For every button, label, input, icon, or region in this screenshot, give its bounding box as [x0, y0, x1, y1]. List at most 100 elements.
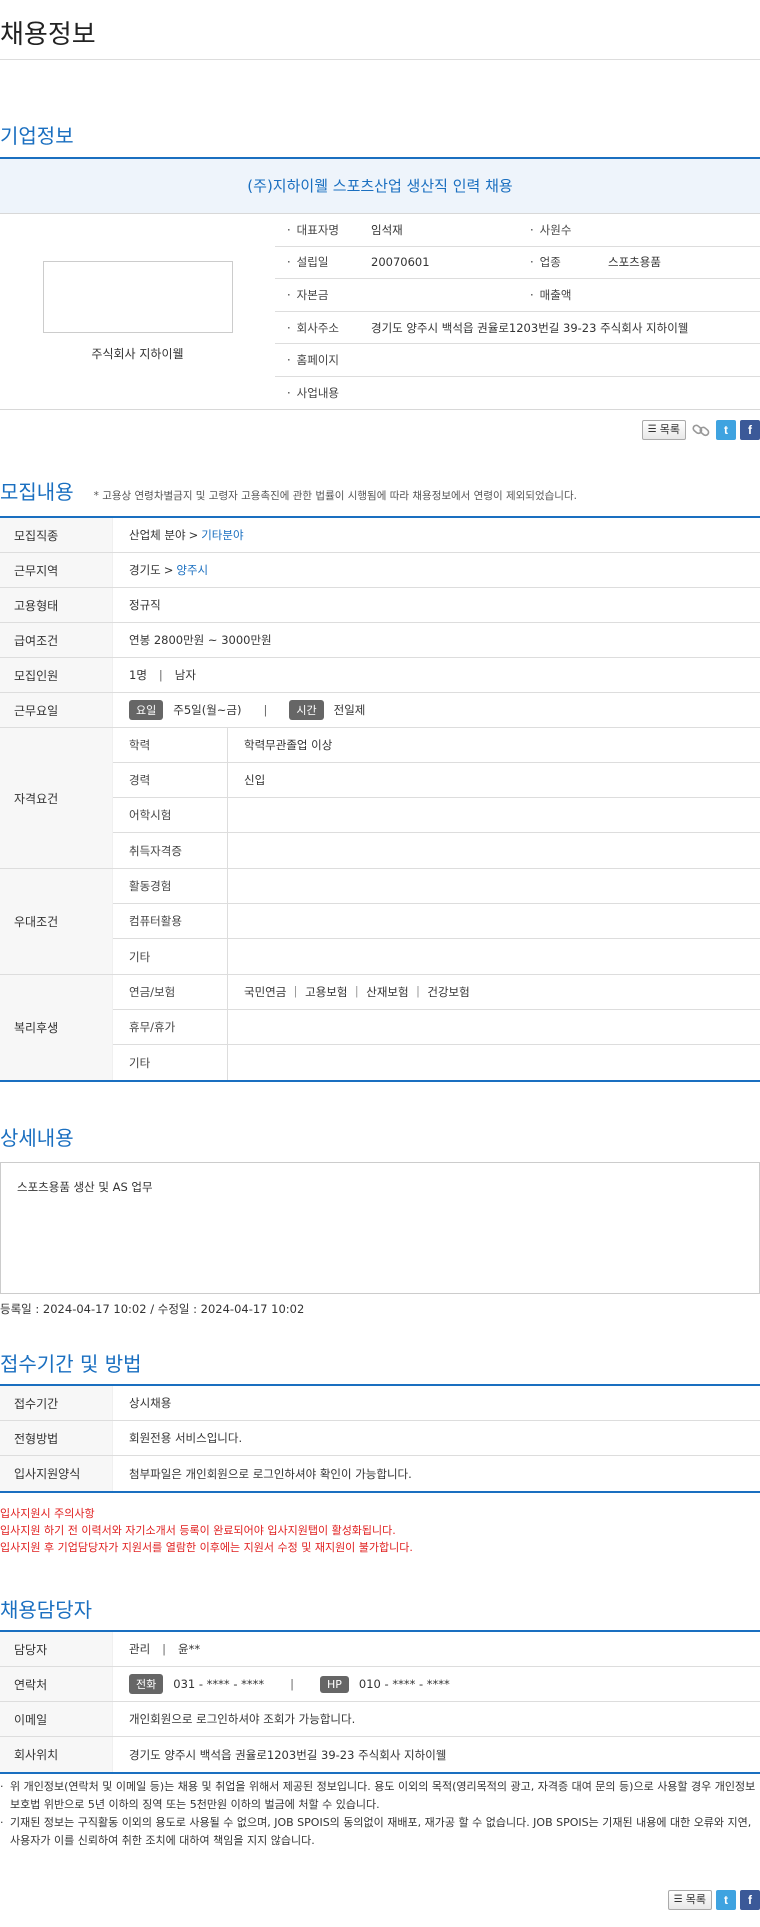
company-section-title: 기업정보 — [0, 124, 74, 148]
employment-type-value: 정규직 — [129, 598, 161, 612]
insurance-value: 국민연금 ｜ 고용보험 ｜ 산재보험 ｜ 건강보험 — [244, 985, 470, 999]
twitter-icon[interactable]: t — [716, 1890, 736, 1910]
sub-row: 기타 — [113, 939, 760, 974]
contact-section-title: 채용담당자 — [0, 1598, 92, 1622]
table-row: 이메일 개인회원으로 로그인하셔야 조회가 가능합니다. — [0, 1702, 760, 1737]
company-row: 대표자명 임석재 사원수 — [275, 214, 760, 247]
career-label: 경력 — [113, 763, 228, 797]
separator: | — [158, 668, 163, 682]
sub-row: 컴퓨터활용 — [113, 904, 760, 939]
workdays-label: 근무요일 — [0, 693, 113, 727]
table-row: 연락처 전화 031 - **** - **** | HP 010 - ****… — [0, 1667, 760, 1702]
share-toolbar: ☰ 목록 t f — [0, 410, 760, 450]
area-province: 경기도 — [129, 563, 161, 577]
employees-label: 사원수 — [518, 222, 608, 238]
welfare-etc-label: 기타 — [113, 1045, 228, 1080]
logo-caption: 주식회사 지하이웰 — [91, 347, 184, 361]
founded-label: 설립일 — [275, 254, 371, 270]
table-row: 자격요건 학력 학력무관졸업 이상 경력 신입 어학시험 취득자격증 — [0, 728, 760, 869]
activity-label: 활동경험 — [113, 869, 228, 903]
license-label: 취득자격증 — [113, 833, 228, 868]
list-button[interactable]: ☰ 목록 — [667, 1890, 712, 1910]
founded-value: 20070601 — [371, 255, 430, 270]
job-label: 모집직종 — [0, 518, 113, 552]
job-value: 산업체 분야 > 기타분야 — [113, 518, 760, 552]
list-button[interactable]: ☰ 목록 — [641, 420, 686, 440]
sub-row: 취득자격증 — [113, 833, 760, 868]
company-row: 홈페이지 — [275, 344, 760, 377]
homepage-label: 홈페이지 — [275, 352, 371, 368]
twitter-icon[interactable]: t — [716, 420, 736, 440]
qualification-label: 자격요건 — [0, 728, 113, 868]
day-badge: 요일 — [129, 700, 164, 720]
copyright-note: 기재된 정보는 구직활동 이외의 용도로 사용될 수 없으며, JOB SPOI… — [0, 1814, 760, 1850]
qualification-subtable: 학력 학력무관졸업 이상 경력 신입 어학시험 취득자격증 — [113, 728, 760, 868]
hp-badge: HP — [320, 1675, 349, 1693]
apply-table: 접수기간 상시채용 전형방법 회원전용 서비스입니다. 입사지원양식 첨부파일은… — [0, 1386, 760, 1493]
table-row: 전형방법 회원전용 서비스입니다. — [0, 1421, 760, 1456]
pay-value: 연봉 2800만원 ~ 3000만원 — [129, 633, 272, 647]
company-row: 자본금 매출액 — [275, 279, 760, 312]
table-row: 모집직종 산업체 분야 > 기타분야 — [0, 518, 760, 553]
list-button-label: 목록 — [659, 423, 680, 436]
table-row: 입사지원양식 첨부파일은 개인회원으로 로그인하셔야 확인이 가능합니다. — [0, 1456, 760, 1491]
sub-row: 기타 — [113, 1045, 760, 1080]
company-row: 설립일 20070601 업종 스포츠용품 — [275, 247, 760, 280]
sub-row: 어학시험 — [113, 798, 760, 833]
apply-period-value: 상시채용 — [129, 1396, 172, 1410]
sub-row: 활동경험 — [113, 869, 760, 904]
pref-etc-label: 기타 — [113, 939, 228, 974]
email-label: 이메일 — [0, 1702, 113, 1736]
warning-title: 입사지원시 주의사항 — [0, 1507, 95, 1520]
location-value: 경기도 양주시 백석읍 권율로1203번길 39-23 주식회사 지하이웰 — [129, 1747, 447, 1762]
education-label: 학력 — [113, 728, 228, 762]
tel-badge: 전화 — [129, 1674, 164, 1694]
business-label: 사업내용 — [275, 385, 371, 401]
employment-type-label: 고용형태 — [0, 588, 113, 622]
recruit-header: 모집내용 * 고용상 연령차별금지 및 고령자 고용촉진에 관한 법률이 시행됨… — [0, 450, 760, 508]
area-city-link[interactable]: 양주시 — [176, 562, 208, 578]
link-copy-icon[interactable] — [690, 420, 712, 440]
ceo-label: 대표자명 — [275, 222, 371, 238]
apply-form-value: 첨부파일은 개인회원으로 로그인하셔야 확인이 가능합니다. — [129, 1466, 412, 1481]
warning-line-1: 입사지원 하기 전 이력서와 자기소개서 등록이 완료되어야 입사지원탭이 활성… — [0, 1524, 396, 1537]
logo-area: 주식회사 지하이웰 — [0, 214, 275, 409]
detail-content: 스포츠용품 생산 및 AS 업무 — [0, 1162, 760, 1294]
time-badge: 시간 — [289, 700, 324, 720]
chevron-right-icon: > — [188, 528, 199, 542]
career-value: 신입 — [244, 773, 266, 787]
table-row: 회사위치 경기도 양주시 백석읍 권율로1203번길 39-23 주식회사 지하… — [0, 1737, 760, 1772]
headcount-value: 1명 | 남자 — [113, 658, 760, 692]
table-row: 모집인원 1명 | 남자 — [0, 658, 760, 693]
sub-row: 휴무/휴가 — [113, 1010, 760, 1045]
area-label: 근무지역 — [0, 553, 113, 587]
job-subcategory-link[interactable]: 기타분야 — [201, 527, 243, 543]
language-label: 어학시험 — [113, 798, 228, 832]
hp-number: 010 - **** - **** — [358, 1677, 450, 1691]
apply-section-title: 접수기간 및 방법 — [0, 1352, 142, 1376]
age-note: * 고용상 연령차별금지 및 고령자 고용촉진에 관한 법률이 시행됨에 따라 … — [93, 490, 577, 502]
contact-table: 담당자 관리 | 윤** 연락처 전화 031 - **** - **** | … — [0, 1632, 760, 1774]
headcount-count: 1명 — [129, 668, 147, 682]
location-label: 회사위치 — [0, 1737, 113, 1772]
time-value: 전일제 — [333, 703, 366, 717]
headcount-label: 모집인원 — [0, 658, 113, 692]
job-category: 산업체 분야 — [129, 528, 186, 542]
company-logo — [42, 261, 233, 333]
facebook-icon[interactable]: f — [740, 420, 760, 440]
company-info: 주식회사 지하이웰 대표자명 임석재 사원수 설립일 20070601 업종 스… — [0, 214, 760, 410]
welfare-subtable: 연금/보험 국민연금 ｜ 고용보험 ｜ 산재보험 ｜ 건강보험 휴무/휴가 기타 — [113, 975, 760, 1080]
capital-label: 자본금 — [275, 287, 371, 303]
table-row: 우대조건 활동경험 컴퓨터활용 기타 — [0, 869, 760, 975]
page-title: 채용정보 — [0, 0, 760, 60]
apply-form-label: 입사지원양식 — [0, 1456, 113, 1491]
department: 관리 — [129, 1642, 151, 1656]
facebook-icon[interactable]: f — [740, 1890, 760, 1910]
recruit-table: 모집직종 산업체 분야 > 기타분야 근무지역 경기도 > 양주시 고용형태 정… — [0, 518, 760, 1082]
address-label: 회사주소 — [275, 320, 371, 336]
bottom-toolbar: ☰ 목록 t f — [0, 1880, 760, 1920]
vacation-label: 휴무/휴가 — [113, 1010, 228, 1044]
sub-row: 경력 신입 — [113, 763, 760, 798]
tel-number: 031 - **** - **** — [173, 1677, 265, 1691]
chevron-right-icon: > — [163, 563, 174, 577]
